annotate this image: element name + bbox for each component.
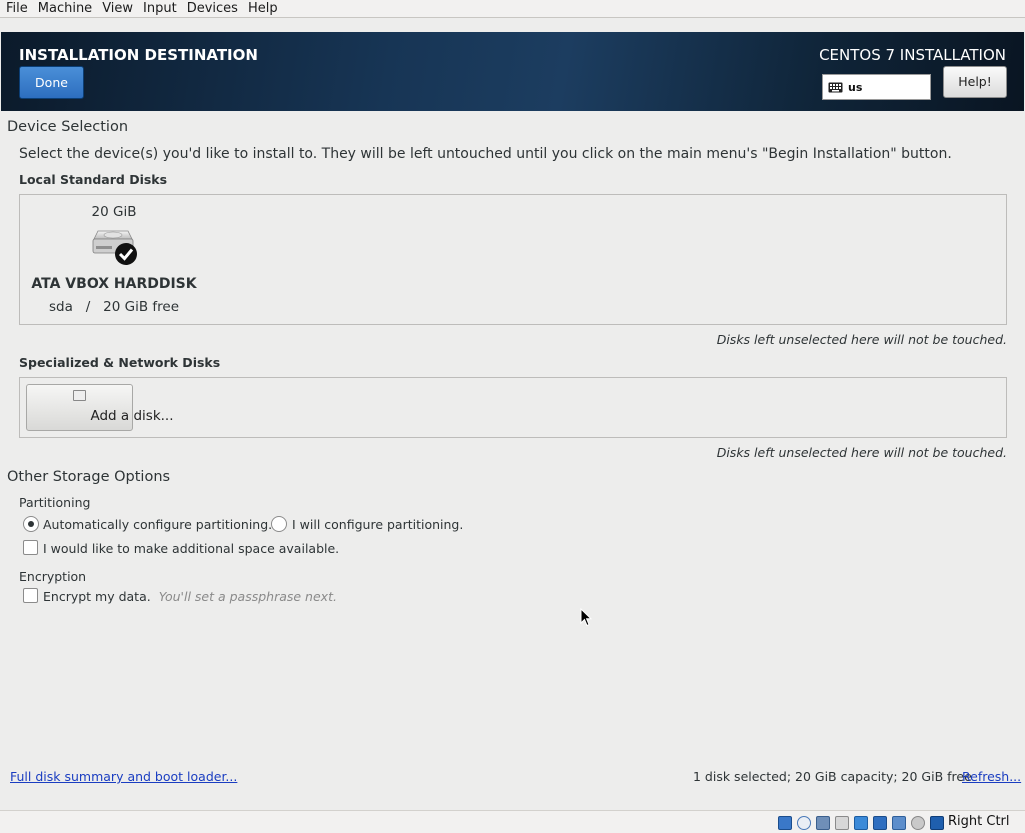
auto-partition-radio[interactable] <box>23 516 39 532</box>
auto-partition-label[interactable]: Automatically configure partitioning. <box>43 517 272 532</box>
extra-space-label[interactable]: I would like to make additional space av… <box>43 541 339 556</box>
menu-file[interactable]: File <box>0 0 33 17</box>
disk-sda[interactable]: 20 GiB ATA VBOX HARDDISK sda / 20 GiB fr… <box>28 195 200 323</box>
add-disk-label: Add a disk... <box>90 408 174 424</box>
keyboard-layout-indicator[interactable]: us <box>822 74 931 100</box>
help-button[interactable]: Help! <box>943 66 1007 98</box>
device-selection-description: Select the device(s) you'd like to insta… <box>19 146 952 162</box>
add-disk-button[interactable]: Add a disk... <box>26 384 174 431</box>
optical-drive-icon[interactable] <box>797 816 811 830</box>
host-key-label: Right Ctrl <box>948 814 1010 829</box>
menu-view[interactable]: View <box>97 0 138 17</box>
hard-disk-icon[interactable] <box>778 816 792 830</box>
specialized-disks-note: Disks left unselected here will not be t… <box>716 445 1007 460</box>
add-disk-icon <box>73 390 86 401</box>
recording-icon[interactable] <box>892 816 906 830</box>
local-disks-note: Disks left unselected here will not be t… <box>716 332 1007 347</box>
local-disks-panel: 20 GiB ATA VBOX HARDDISK sda / 20 GiB fr… <box>19 194 1007 325</box>
menu-input[interactable]: Input <box>138 0 182 17</box>
disk-name: ATA VBOX HARDDISK <box>31 276 197 292</box>
mouse-cursor-icon <box>580 608 592 627</box>
hard-disk-icon <box>92 230 137 265</box>
encrypt-checkbox[interactable] <box>23 588 38 603</box>
disk-size: 20 GiB <box>91 204 137 220</box>
network-icon[interactable] <box>873 816 887 830</box>
disk-details: sda / 20 GiB free <box>48 299 180 315</box>
refresh-link[interactable]: Refresh... <box>962 769 1021 784</box>
installer-header: INSTALLATION DESTINATION Done CENTOS 7 I… <box>1 32 1024 111</box>
usb-icon[interactable] <box>816 816 830 830</box>
device-selection-heading: Device Selection <box>7 119 129 135</box>
manual-partition-label[interactable]: I will configure partitioning. <box>292 517 463 532</box>
vbox-statusbar: Right Ctrl <box>0 810 1025 833</box>
manual-partition-radio[interactable] <box>271 516 287 532</box>
display-icon[interactable] <box>854 816 868 830</box>
specialized-disks-panel: Add a disk... <box>19 377 1007 438</box>
specialized-disks-label: Specialized & Network Disks <box>19 355 221 370</box>
keyboard-layout-label: us <box>848 80 863 94</box>
vbox-menubar: File Machine View Input Devices Help <box>0 0 1025 18</box>
menu-help[interactable]: Help <box>243 0 283 17</box>
encrypt-label: Encrypt my data. <box>43 589 151 604</box>
disk-summary-link[interactable]: Full disk summary and boot loader... <box>10 769 237 784</box>
done-button[interactable]: Done <box>19 66 84 99</box>
menu-devices[interactable]: Devices <box>182 0 243 17</box>
encrypt-hint: You'll set a passphrase next. <box>158 589 337 604</box>
keyboard-capture-icon[interactable] <box>930 816 944 830</box>
other-storage-heading: Other Storage Options <box>7 469 171 485</box>
extra-space-checkbox[interactable] <box>23 540 38 555</box>
product-title: CENTOS 7 INSTALLATION <box>819 46 1006 64</box>
encrypt-option[interactable]: Encrypt my data. You'll set a passphrase… <box>43 589 337 604</box>
partitioning-label: Partitioning <box>19 495 91 510</box>
menu-machine[interactable]: Machine <box>33 0 97 17</box>
mouse-integration-icon[interactable] <box>911 816 925 830</box>
local-disks-label: Local Standard Disks <box>19 172 168 187</box>
keyboard-icon <box>828 82 843 92</box>
encryption-label: Encryption <box>19 569 87 584</box>
page-title: INSTALLATION DESTINATION <box>19 46 258 64</box>
selection-status: 1 disk selected; 20 GiB capacity; 20 GiB… <box>693 769 972 784</box>
shared-folders-icon[interactable] <box>835 816 849 830</box>
